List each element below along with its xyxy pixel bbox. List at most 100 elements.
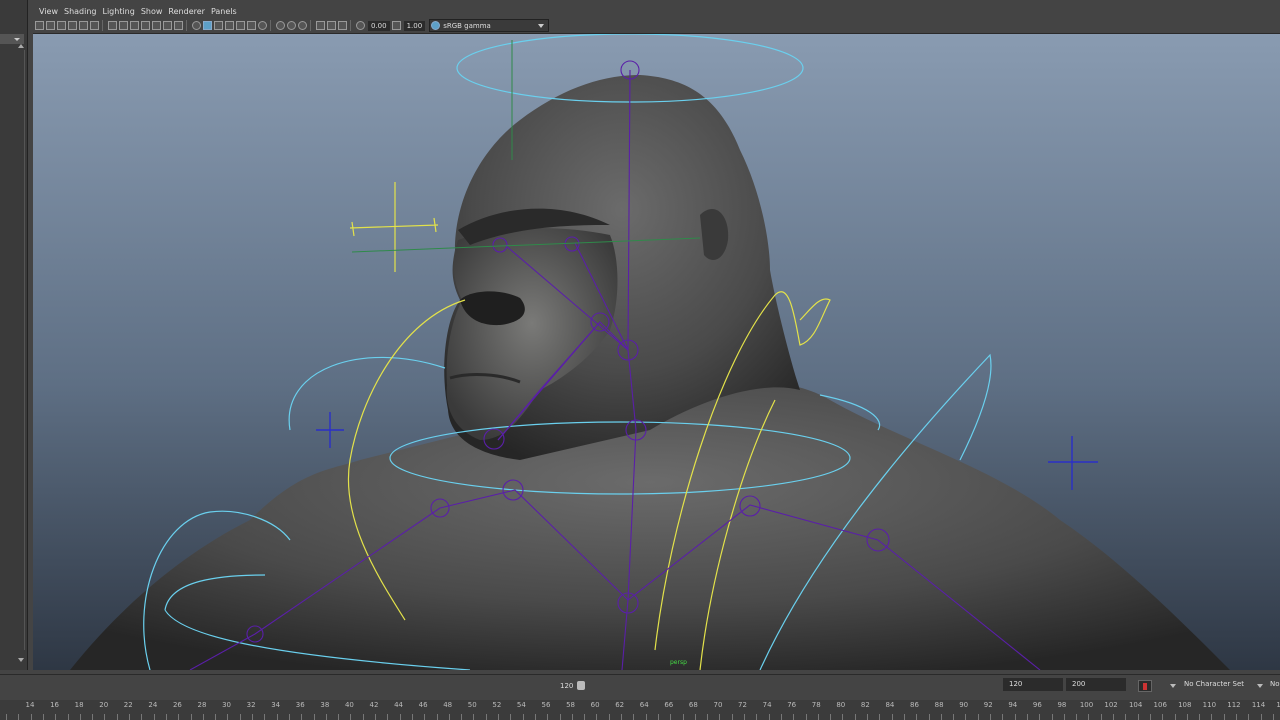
time-ruler[interactable]: 14 16 18 20 22 24 26 28 30 32 34 36 38 40 42 44 46 48 50 52… — [0, 700, 1280, 720]
default-lighting-icon[interactable] — [214, 21, 223, 30]
menu-renderer[interactable]: Renderer — [168, 7, 205, 16]
ruler-frame-label: 70 — [713, 701, 723, 709]
range-slider-handle[interactable] — [577, 681, 585, 690]
view-transform-dropdown[interactable]: sRGB gamma — [429, 19, 550, 32]
scroll-up-icon[interactable] — [18, 44, 24, 48]
shadows-icon[interactable] — [236, 21, 245, 30]
ruler-frame-label: 56 — [541, 701, 551, 709]
ruler-tick — [645, 714, 647, 720]
film-gate-icon[interactable] — [119, 21, 128, 30]
ruler-tick — [92, 714, 94, 720]
ruler-tick — [448, 714, 450, 720]
menu-shading[interactable]: Shading — [64, 7, 97, 16]
field-chart-icon[interactable] — [152, 21, 161, 30]
menu-view[interactable]: View — [39, 7, 58, 16]
camera-lock-icon[interactable] — [338, 21, 347, 30]
character-set-dropdown[interactable]: No Character Set — [1178, 678, 1256, 691]
ruler-tick — [547, 714, 549, 720]
safe-action-icon[interactable] — [163, 21, 172, 30]
ruler-frame-label: 68 — [688, 701, 698, 709]
gamma-field[interactable]: 1.00 — [403, 20, 426, 31]
bookmark-icon[interactable] — [57, 21, 66, 30]
anti-aliasing-icon[interactable] — [298, 21, 307, 30]
grease-pencil-icon[interactable] — [90, 21, 99, 30]
ruler-tick — [1051, 714, 1053, 720]
image-plane-icon[interactable] — [68, 21, 77, 30]
smooth-shade-icon[interactable] — [203, 21, 212, 30]
menu-lighting[interactable]: Lighting — [102, 7, 134, 16]
ruler-tick — [867, 714, 868, 720]
ruler-frame-label: 104 — [1128, 701, 1143, 709]
auto-key-button[interactable] — [1138, 680, 1152, 692]
toolbar-divider — [186, 20, 187, 31]
exposure-icon[interactable] — [356, 21, 365, 30]
exposure-field[interactable]: 0.00 — [368, 20, 390, 31]
ruler-tick — [325, 714, 327, 720]
select-camera-icon[interactable] — [35, 21, 44, 30]
menu-show[interactable]: Show — [141, 7, 163, 16]
ruler-tick — [1063, 714, 1065, 720]
ruler-frame-label: 48 — [443, 701, 453, 709]
ruler-tick — [399, 714, 401, 720]
ruler-tick — [670, 714, 672, 720]
ruler-tick — [928, 714, 930, 720]
ruler-frame-label: 42 — [369, 701, 379, 709]
ruler-frame-label: 100 — [1079, 701, 1094, 709]
ruler-frame-label: 58 — [566, 701, 575, 709]
resolution-gate-icon[interactable] — [130, 21, 139, 30]
ruler-frame-label: 50 — [467, 701, 477, 709]
ruler-tick — [436, 714, 438, 720]
toolbar-divider — [350, 20, 351, 31]
chevron-down-icon[interactable] — [1170, 684, 1176, 688]
tool-box-dropdown[interactable] — [0, 34, 24, 44]
two-d-pan-icon[interactable] — [79, 21, 88, 30]
panel-toolbar: 0.00 1.00 sRGB gamma — [33, 18, 1280, 34]
isolate-select-icon[interactable] — [316, 21, 325, 30]
gate-mask-icon[interactable] — [141, 21, 150, 30]
3d-viewport[interactable]: persp — [33, 34, 1280, 670]
ruler-frame-label: 54 — [516, 701, 526, 709]
xray-active-icon[interactable] — [327, 21, 336, 30]
chevron-down-icon[interactable] — [1257, 684, 1263, 688]
ruler-frame-label: 98 — [1057, 701, 1067, 709]
motion-blur-icon[interactable] — [287, 21, 296, 30]
safe-title-icon[interactable] — [174, 21, 183, 30]
gamma-icon[interactable] — [391, 21, 401, 30]
ruler-tick — [264, 714, 266, 720]
ruler-tick — [1162, 714, 1164, 720]
ruler-tick — [694, 714, 696, 720]
wireframe-icon[interactable] — [192, 21, 201, 30]
ruler-tick — [461, 714, 463, 720]
ruler-tick — [1100, 714, 1102, 720]
grid-icon[interactable] — [108, 21, 117, 30]
range-end-field[interactable]: 200 — [1066, 678, 1126, 691]
ruler-frame-label: 22 — [123, 701, 133, 709]
textured-icon[interactable] — [225, 21, 234, 30]
ruler-frame-label: 74 — [762, 701, 772, 709]
ambient-occlusion-icon[interactable] — [276, 21, 285, 30]
menu-panels[interactable]: Panels — [211, 7, 237, 16]
ruler-tick — [1236, 714, 1237, 720]
color-management-icon[interactable] — [431, 21, 441, 30]
ruler-tick — [190, 714, 192, 720]
ruler-frame-label: 38 — [320, 701, 330, 709]
ruler-frame-label: 106 — [1153, 701, 1167, 709]
ruler-tick — [1014, 714, 1016, 720]
ruler-tick — [55, 714, 57, 720]
ruler-tick — [1137, 714, 1139, 720]
ruler-tick — [817, 714, 819, 720]
ruler-frame-label: 110 — [1202, 701, 1217, 709]
ruler-tick — [940, 714, 942, 720]
ruler-frame-label: 34 — [271, 701, 281, 709]
range-start-field[interactable]: 120 — [1003, 678, 1063, 691]
right-pole-vector-icon — [1048, 436, 1098, 490]
character-set-dropdown-2[interactable]: No — [1264, 678, 1280, 691]
ruler-tick — [842, 714, 844, 720]
ruler-tick — [903, 714, 905, 720]
camera-attributes-icon[interactable] — [46, 21, 55, 30]
left-strip-scrollbar[interactable] — [24, 50, 25, 650]
ruler-frame-label: 14 — [25, 701, 35, 709]
scroll-down-icon[interactable] — [18, 658, 24, 662]
xray-joints-icon[interactable] — [258, 21, 267, 30]
xray-icon[interactable] — [247, 21, 256, 30]
